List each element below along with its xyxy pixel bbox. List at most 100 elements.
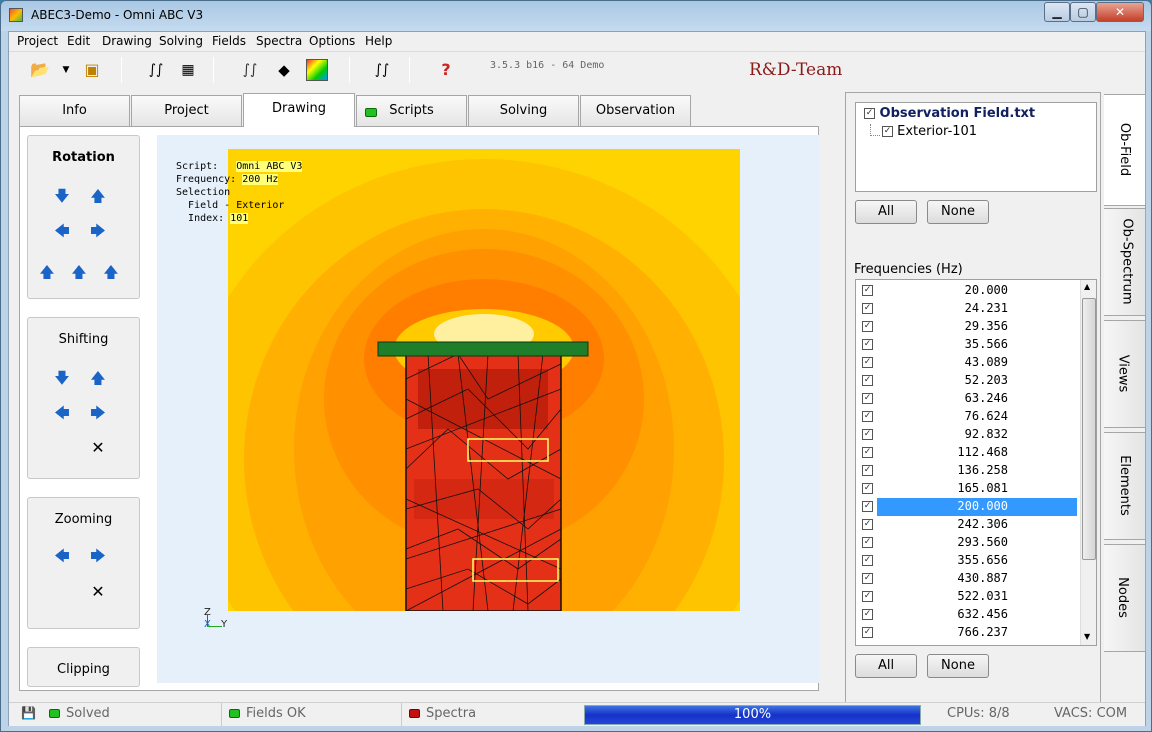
rotate-x-icon[interactable]: 🡅 (102, 262, 120, 287)
side-tab-elements[interactable]: Elements (1104, 432, 1146, 540)
scroll-up-icon[interactable]: ▲ (1084, 282, 1090, 291)
frequency-checkbox[interactable]: ✓ (862, 321, 873, 332)
rotate-z-icon[interactable]: 🡅 (38, 262, 56, 287)
frequency-row[interactable]: ✓ 92.832 (856, 426, 1080, 444)
frequency-checkbox[interactable]: ✓ (862, 285, 873, 296)
frequency-row[interactable]: ✓ 112.468 (856, 444, 1080, 462)
maximize-button[interactable]: ▢ (1070, 2, 1096, 22)
none-button-top[interactable]: None (927, 200, 989, 224)
frequency-checkbox[interactable]: ✓ (862, 627, 873, 638)
frequency-checkbox[interactable]: ✓ (862, 339, 873, 350)
menu-solving[interactable]: Solving (159, 34, 203, 48)
frequency-checkbox[interactable]: ✓ (862, 303, 873, 314)
frequency-checkbox[interactable]: ✓ (862, 609, 873, 620)
frequency-row[interactable]: ✓ 355.656 (856, 552, 1080, 570)
frequency-checkbox[interactable]: ✓ (862, 357, 873, 368)
menu-project[interactable]: Project (17, 34, 58, 48)
tab-drawing[interactable]: Drawing (243, 93, 355, 127)
minimize-button[interactable]: ▁ (1044, 2, 1070, 22)
menu-options[interactable]: Options (309, 34, 355, 48)
mesh-grid-icon[interactable]: ▦ (177, 59, 199, 81)
frequency-row[interactable]: ✓ 43.089 (856, 354, 1080, 372)
frequency-row[interactable]: ✓ 200.000 (856, 498, 1080, 516)
3d-viewport[interactable]: Script: Omni ABC V3 Frequency: 200 Hz Sele… (157, 135, 819, 683)
side-tab-nodes[interactable]: Nodes (1104, 544, 1146, 652)
frequency-checkbox[interactable]: ✓ (862, 465, 873, 476)
tree-child-checkbox[interactable]: ✓ (882, 126, 893, 137)
all-button-bottom[interactable]: All (855, 654, 917, 678)
open-folder-icon[interactable]: 📂 (29, 59, 51, 81)
tab-info[interactable]: Info (19, 95, 130, 127)
frequency-row[interactable]: ✓ 63.246 (856, 390, 1080, 408)
scroll-down-icon[interactable]: ▼ (1084, 632, 1090, 641)
rotate-y-icon[interactable]: 🡅 (70, 262, 88, 287)
tab-project[interactable]: Project (131, 95, 242, 127)
frequency-checkbox[interactable]: ✓ (862, 393, 873, 404)
all-button-top[interactable]: All (855, 200, 917, 224)
scroll-thumb[interactable] (1082, 298, 1096, 560)
side-tab-ob-field[interactable]: Ob-Field (1104, 94, 1146, 206)
menu-drawing[interactable]: Drawing (102, 34, 152, 48)
tab-observation[interactable]: Observation (580, 95, 691, 127)
frequency-row[interactable]: ✓ 52.203 (856, 372, 1080, 390)
frequency-row[interactable]: ✓ 24.231 (856, 300, 1080, 318)
frequency-row[interactable]: ✓ 136.258 (856, 462, 1080, 480)
menu-fields[interactable]: Fields (212, 34, 246, 48)
tab-solving[interactable]: Solving (468, 95, 579, 127)
frequency-row[interactable]: ✓ 76.624 (856, 408, 1080, 426)
frequency-row[interactable]: ✓ 29.356 (856, 318, 1080, 336)
rotate-down-arrow-icon[interactable]: 🡇 (53, 186, 71, 211)
zoom-out-arrow-icon[interactable]: 🡄 (53, 546, 71, 571)
rotate-right-arrow-icon[interactable]: 🡆 (89, 221, 107, 246)
integral-color-icon[interactable]: ∫∫ (239, 59, 261, 81)
side-tab-views[interactable]: Views (1104, 320, 1146, 428)
shift-left-arrow-icon[interactable]: 🡄 (53, 403, 71, 428)
shift-down-arrow-icon[interactable]: 🡇 (53, 368, 71, 393)
rotate-left-arrow-icon[interactable]: 🡄 (53, 221, 71, 246)
integral-mesh-icon[interactable]: ∫∫ (145, 59, 167, 81)
help-icon[interactable]: ? (435, 59, 457, 81)
frequency-checkbox[interactable]: ✓ (862, 573, 873, 584)
frequency-checkbox[interactable]: ✓ (862, 429, 873, 440)
wireframe-icon[interactable]: ◆ (273, 59, 295, 81)
dropdown-arrow-icon[interactable]: ▼ (55, 59, 77, 81)
frequency-row[interactable]: ✓ 293.560 (856, 534, 1080, 552)
zoom-in-arrow-icon[interactable]: 🡆 (89, 546, 107, 571)
tree-child[interactable]: ✓ Exterior-101 (882, 124, 977, 139)
shift-reset-icon[interactable]: ✕ (90, 438, 106, 457)
frequency-row[interactable]: ✓ 165.081 (856, 480, 1080, 498)
menu-edit[interactable]: Edit (67, 34, 90, 48)
frequency-checkbox[interactable]: ✓ (862, 447, 873, 458)
frequency-row[interactable]: ✓ 430.887 (856, 570, 1080, 588)
battery-icon[interactable]: ▣ (81, 59, 103, 81)
title-bar[interactable]: ABEC3-Demo - Omni ABC V3 ▁ ▢ ✕ (1, 1, 1151, 31)
tree-root-checkbox[interactable]: ✓ (864, 108, 875, 119)
frequency-row[interactable]: ✓ 522.031 (856, 588, 1080, 606)
none-button-bottom[interactable]: None (927, 654, 989, 678)
frequency-checkbox[interactable]: ✓ (862, 591, 873, 602)
close-button[interactable]: ✕ (1096, 2, 1144, 22)
frequency-row[interactable]: ✓ 242.306 (856, 516, 1080, 534)
tree-root[interactable]: ✓ Observation Field.txt (864, 106, 1035, 121)
frequency-checkbox[interactable]: ✓ (862, 555, 873, 566)
frequency-checkbox[interactable]: ✓ (862, 537, 873, 548)
frequency-scrollbar[interactable]: ▲ ▼ (1080, 280, 1096, 645)
frequency-checkbox[interactable]: ✓ (862, 501, 873, 512)
side-tab-ob-spectrum[interactable]: Ob-Spectrum (1104, 208, 1146, 316)
tab-scripts[interactable]: Scripts (356, 95, 467, 127)
frequency-row[interactable]: ✓ 20.000 (856, 282, 1080, 300)
frequency-row[interactable]: ✓ 632.456 (856, 606, 1080, 624)
frequency-checkbox[interactable]: ✓ (862, 411, 873, 422)
menu-help[interactable]: Help (365, 34, 392, 48)
colormap-icon[interactable] (306, 59, 328, 81)
frequency-checkbox[interactable]: ✓ (862, 519, 873, 530)
frequency-row[interactable]: ✓ 766.237 (856, 624, 1080, 642)
frequency-checkbox[interactable]: ✓ (862, 483, 873, 494)
shift-right-arrow-icon[interactable]: 🡆 (89, 403, 107, 428)
integral-spectrum-icon[interactable]: ∫∫ (371, 59, 393, 81)
menu-spectra[interactable]: Spectra (256, 34, 302, 48)
shift-up-arrow-icon[interactable]: 🡅 (89, 368, 107, 393)
zoom-reset-icon[interactable]: ✕ (90, 582, 106, 601)
rotate-up-arrow-icon[interactable]: 🡅 (89, 186, 107, 211)
frequency-row[interactable]: ✓ 35.566 (856, 336, 1080, 354)
